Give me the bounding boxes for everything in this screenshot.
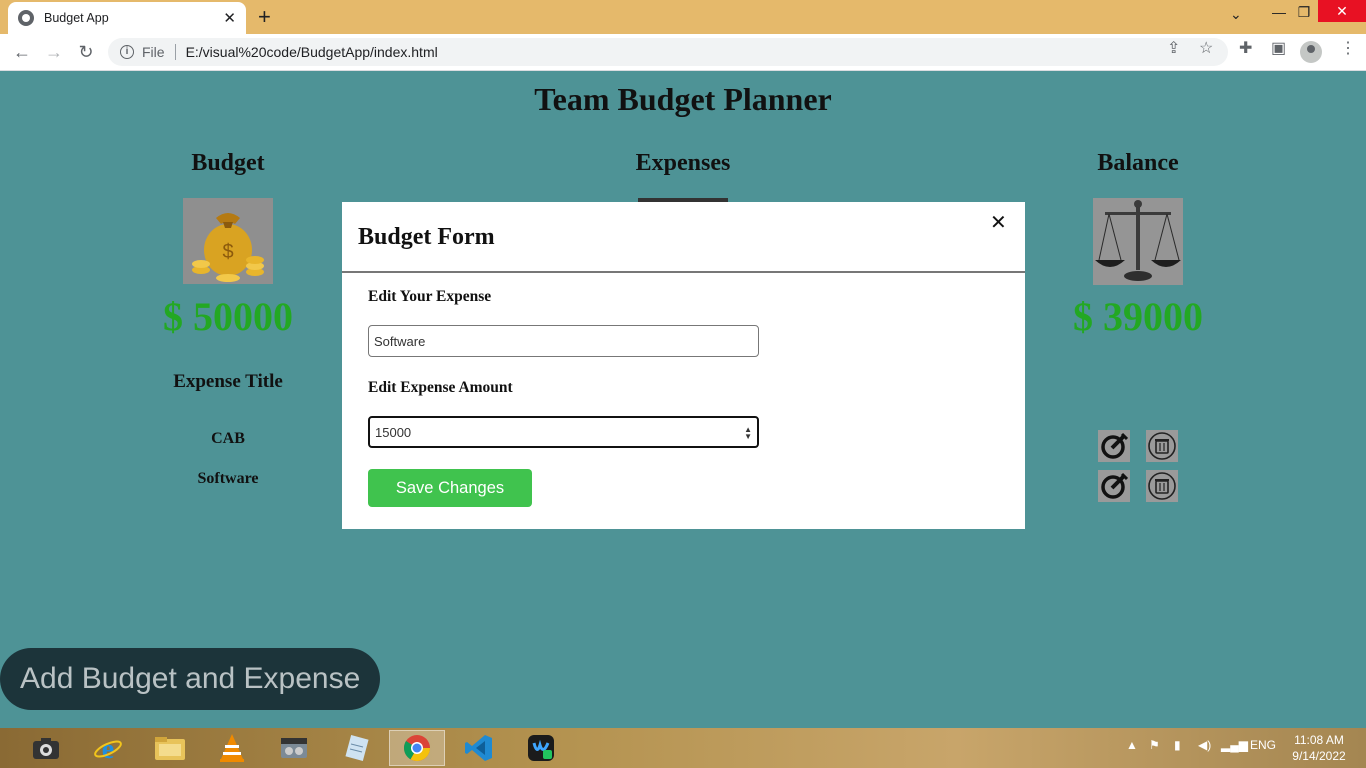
vscode-icon[interactable] bbox=[451, 730, 507, 766]
vlc-icon[interactable] bbox=[204, 730, 260, 766]
extensions-puzzle-icon[interactable]: ✚ bbox=[1239, 38, 1252, 58]
page-title: Team Budget Planner bbox=[534, 81, 832, 117]
expense-title-value: Software bbox=[374, 333, 426, 349]
expense-item-title: CAB bbox=[211, 430, 245, 447]
camera-app-icon[interactable] bbox=[18, 730, 74, 766]
edit-icon[interactable] bbox=[1098, 430, 1130, 462]
notepad-icon[interactable] bbox=[328, 730, 384, 766]
restore-button[interactable]: ❐ bbox=[1292, 0, 1316, 24]
address-url: E:/visual%20code/BudgetApp/index.html bbox=[185, 44, 438, 60]
expense-item-title: Software bbox=[197, 470, 259, 487]
number-spinner-icon[interactable]: ▲ ▼ bbox=[744, 426, 752, 441]
address-separator bbox=[174, 44, 176, 60]
add-budget-expense-button[interactable]: Add Budget and Expense bbox=[0, 648, 380, 710]
movie-maker-icon[interactable] bbox=[266, 730, 322, 766]
address-scheme: File bbox=[142, 44, 165, 60]
expense-amount-input[interactable]: 15000 ▲ ▼ bbox=[368, 416, 759, 448]
balance-amount: $ 39000 bbox=[1073, 294, 1203, 339]
svg-text:$: $ bbox=[222, 241, 233, 263]
action-center-flag-icon[interactable]: ⚑ bbox=[1149, 738, 1160, 752]
balance-heading: Balance bbox=[1097, 150, 1179, 176]
chrome-icon[interactable] bbox=[389, 730, 445, 766]
forward-arrow-icon[interactable]: → bbox=[42, 41, 66, 63]
save-changes-button[interactable]: Save Changes bbox=[368, 469, 532, 507]
bookmark-star-icon[interactable]: ☆ bbox=[1199, 38, 1213, 58]
language-indicator[interactable]: ENG bbox=[1250, 738, 1276, 752]
share-icon[interactable]: ⇪ bbox=[1167, 38, 1180, 58]
close-icon[interactable]: ✕ bbox=[990, 210, 1007, 235]
expense-amount-value: 15000 bbox=[375, 424, 412, 440]
side-panel-icon[interactable]: ▣ bbox=[1271, 38, 1286, 58]
internet-explorer-icon[interactable]: e bbox=[80, 730, 136, 766]
clock-date: 9/14/2022 bbox=[1292, 749, 1346, 763]
address-bar[interactable]: i File E:/visual%20code/BudgetApp/index.… bbox=[108, 38, 1228, 66]
windows-taskbar: e ▲ ⚑ ▮ ◀) ▂▄▆ ENG 11:08 AM 9/14/2022 bbox=[0, 728, 1366, 768]
info-icon[interactable]: i bbox=[120, 45, 134, 59]
tab-close-icon[interactable]: ✕ bbox=[223, 9, 236, 27]
battery-icon[interactable]: ▮ bbox=[1174, 738, 1181, 752]
modal-title: Budget Form bbox=[358, 224, 495, 250]
network-signal-icon[interactable]: ▂▄▆ bbox=[1221, 738, 1248, 752]
globe-icon bbox=[18, 10, 34, 26]
budget-heading: Budget bbox=[191, 150, 265, 176]
svg-text:e: e bbox=[102, 734, 114, 763]
modal-header: Budget Form ✕ bbox=[342, 202, 1025, 273]
tab-search-icon[interactable]: ⌄ bbox=[1230, 6, 1242, 23]
volume-icon[interactable]: ◀) bbox=[1198, 738, 1211, 752]
new-tab-button[interactable]: + bbox=[258, 4, 271, 30]
window-close-button[interactable]: ✕ bbox=[1318, 0, 1366, 22]
reload-icon[interactable]: ↻ bbox=[74, 41, 98, 63]
money-bag-icon: $ bbox=[183, 198, 273, 284]
expenses-heading: Expenses bbox=[635, 150, 731, 176]
menu-kebab-icon[interactable]: ⋮ bbox=[1340, 38, 1356, 58]
browser-tab[interactable]: Budget App ✕ bbox=[8, 2, 246, 34]
budget-amount: $ 50000 bbox=[163, 294, 293, 339]
budget-form-modal: Budget Form ✕ Edit Your Expense Software… bbox=[342, 202, 1025, 529]
browser-tab-strip: Budget App ✕ + ⌄ — ❐ ✕ bbox=[0, 0, 1366, 34]
back-arrow-icon[interactable]: ← bbox=[10, 41, 34, 63]
tab-title: Budget App bbox=[44, 11, 109, 25]
page-content: Team Budget Planner Budget $ $ 50000 Exp… bbox=[0, 71, 1366, 728]
trash-icon[interactable] bbox=[1146, 430, 1178, 462]
browser-toolbar: ← → ↻ i File E:/visual%20code/BudgetApp/… bbox=[0, 34, 1366, 71]
file-explorer-icon[interactable] bbox=[142, 730, 198, 766]
balance-scale-icon bbox=[1093, 198, 1183, 285]
minimize-button[interactable]: — bbox=[1268, 0, 1290, 24]
trash-icon[interactable] bbox=[1146, 470, 1178, 502]
amount-label: Edit Expense Amount bbox=[368, 379, 513, 396]
webex-icon[interactable] bbox=[513, 730, 569, 766]
expense-label: Edit Your Expense bbox=[368, 288, 492, 305]
tray-expand-icon[interactable]: ▲ bbox=[1126, 738, 1138, 752]
expense-title-input[interactable]: Software bbox=[368, 325, 759, 357]
system-clock[interactable]: 11:08 AM 9/14/2022 bbox=[1286, 732, 1352, 764]
edit-icon[interactable] bbox=[1098, 470, 1130, 502]
profile-avatar-icon[interactable] bbox=[1300, 41, 1322, 63]
clock-time: 11:08 AM bbox=[1294, 733, 1344, 747]
expense-title-heading: Expense Title bbox=[173, 371, 283, 392]
